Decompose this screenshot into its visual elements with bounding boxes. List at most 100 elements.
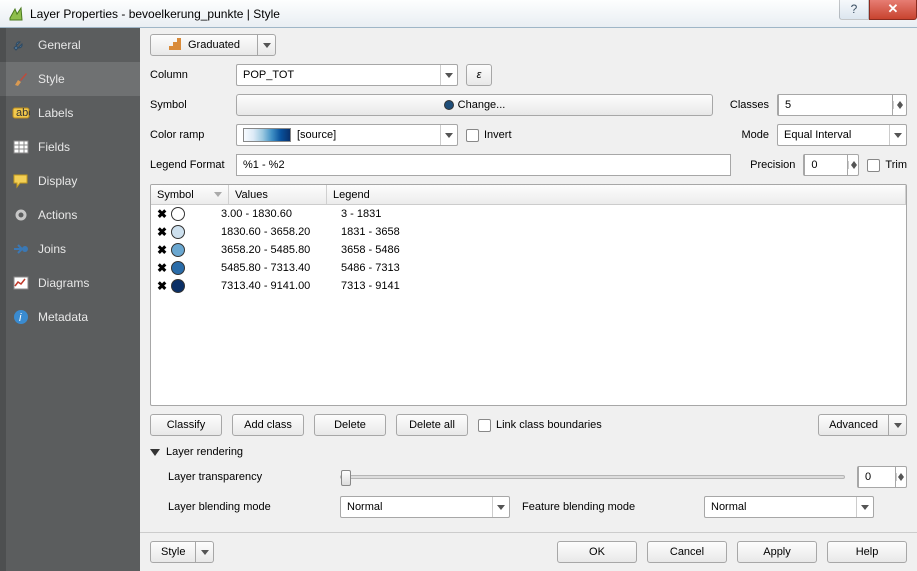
feature-blend-label: Feature blending mode [522, 501, 692, 513]
renderer-type-label: Graduated [188, 39, 240, 51]
sidebar-item-label: Joins [38, 242, 66, 256]
trim-label: Trim [885, 159, 907, 171]
renderer-type-arrow[interactable] [258, 34, 276, 56]
th-symbol[interactable]: Symbol [151, 185, 229, 204]
mode-value: Equal Interval [784, 129, 889, 141]
feature-blend-value: Normal [711, 501, 856, 513]
title-help-button[interactable]: ? [839, 0, 869, 20]
invert-checkbox[interactable]: Invert [466, 129, 512, 142]
layer-rendering-toggle[interactable]: Layer rendering [150, 446, 907, 458]
table-row[interactable]: ✖5485.80 - 7313.405486 - 7313 [151, 259, 906, 277]
precision-label: Precision [739, 159, 795, 171]
title-close-button[interactable]: ✕ [869, 0, 917, 20]
transparency-input[interactable] [858, 466, 896, 488]
row-legend: 5486 - 7313 [341, 262, 900, 274]
cancel-button[interactable]: Cancel [647, 541, 727, 563]
style-menu-arrow[interactable] [196, 541, 214, 563]
graduated-icon [168, 37, 182, 54]
color-ramp-value: [source] [297, 129, 440, 141]
table-row[interactable]: ✖7313.40 - 9141.007313 - 9141 [151, 277, 906, 295]
sidebar-item-general[interactable]: General [0, 28, 140, 62]
link-boundaries-label: Link class boundaries [496, 419, 602, 431]
transparency-label: Layer transparency [168, 471, 328, 483]
slider-thumb[interactable] [341, 470, 351, 486]
sidebar-item-fields[interactable]: Fields [0, 130, 140, 164]
sidebar-item-joins[interactable]: Joins [0, 232, 140, 266]
legend-format-input[interactable] [236, 154, 731, 176]
th-legend[interactable]: Legend [327, 185, 906, 204]
link-boundaries-checkbox[interactable]: Link class boundaries [478, 419, 602, 432]
sidebar-item-label: Diagrams [38, 276, 89, 290]
expression-button[interactable]: ε [466, 64, 492, 86]
advanced-arrow[interactable] [889, 414, 907, 436]
sidebar-item-labels[interactable]: abc Labels [0, 96, 140, 130]
sidebar-item-diagrams[interactable]: Diagrams [0, 266, 140, 300]
sidebar: General Style abc Labels Fields Display … [0, 28, 140, 571]
row-symbol-icon [171, 207, 185, 221]
feature-blend-combo[interactable]: Normal [704, 496, 874, 518]
color-ramp-combo[interactable]: [source] [236, 124, 458, 146]
classes-spin[interactable] [777, 94, 907, 116]
sidebar-item-style[interactable]: Style [0, 62, 140, 96]
layer-blend-combo[interactable]: Normal [340, 496, 510, 518]
advanced-button[interactable]: Advanced [818, 414, 889, 436]
symbol-label: Symbol [150, 99, 228, 111]
classes-input[interactable] [778, 94, 893, 116]
window-title: Layer Properties - bevoelkerung_punkte |… [30, 7, 839, 21]
gradient-preview [243, 128, 291, 142]
spin-down[interactable] [894, 105, 906, 109]
mode-combo[interactable]: Equal Interval [777, 124, 907, 146]
column-combo[interactable]: POP_TOT [236, 64, 458, 86]
style-menu-button[interactable]: Style [150, 541, 196, 563]
table-row[interactable]: ✖3.00 - 1830.603 - 1831 [151, 205, 906, 223]
classify-button[interactable]: Classify [150, 414, 222, 436]
chart-icon [12, 274, 30, 292]
title-bar: Layer Properties - bevoelkerung_punkte |… [0, 0, 917, 28]
labels-icon: abc [12, 104, 30, 122]
row-legend: 7313 - 9141 [341, 280, 900, 292]
spin-down[interactable] [897, 477, 906, 481]
triangle-down-icon [150, 449, 160, 456]
help-button[interactable]: Help [827, 541, 907, 563]
mode-label: Mode [721, 129, 769, 141]
sidebar-item-label: General [38, 38, 81, 52]
sidebar-item-actions[interactable]: Actions [0, 198, 140, 232]
brush-icon [12, 70, 30, 88]
sidebar-item-label: Fields [38, 140, 70, 154]
row-enabled-icon[interactable]: ✖ [157, 261, 167, 275]
sort-icon [214, 192, 222, 197]
precision-spin[interactable] [803, 154, 859, 176]
renderer-type-combo[interactable]: Graduated [150, 34, 258, 56]
add-class-button[interactable]: Add class [232, 414, 304, 436]
spin-down[interactable] [849, 165, 859, 169]
svg-text:abc: abc [16, 107, 30, 119]
color-ramp-label: Color ramp [150, 129, 228, 141]
row-symbol-icon [171, 225, 185, 239]
th-values[interactable]: Values [229, 185, 327, 204]
sidebar-item-display[interactable]: Display [0, 164, 140, 198]
row-enabled-icon[interactable]: ✖ [157, 243, 167, 257]
sidebar-item-label: Style [38, 72, 65, 86]
transparency-spin[interactable] [857, 466, 907, 488]
apply-button[interactable]: Apply [737, 541, 817, 563]
row-enabled-icon[interactable]: ✖ [157, 207, 167, 221]
symbol-change-label: Change... [458, 99, 506, 111]
row-enabled-icon[interactable]: ✖ [157, 225, 167, 239]
transparency-slider[interactable] [340, 475, 845, 479]
row-symbol-icon [171, 261, 185, 275]
sidebar-item-metadata[interactable]: i Metadata [0, 300, 140, 334]
chevron-down-icon [889, 125, 902, 145]
row-legend: 3 - 1831 [341, 208, 900, 220]
info-icon: i [12, 308, 30, 326]
table-row[interactable]: ✖3658.20 - 5485.803658 - 5486 [151, 241, 906, 259]
joins-icon [12, 240, 30, 258]
symbol-change-button[interactable]: Change... [236, 94, 713, 116]
table-icon [12, 138, 30, 156]
table-row[interactable]: ✖1830.60 - 3658.201831 - 3658 [151, 223, 906, 241]
ok-button[interactable]: OK [557, 541, 637, 563]
delete-button[interactable]: Delete [314, 414, 386, 436]
delete-all-button[interactable]: Delete all [396, 414, 468, 436]
precision-input[interactable] [804, 154, 847, 176]
trim-checkbox[interactable]: Trim [867, 159, 907, 172]
row-enabled-icon[interactable]: ✖ [157, 279, 167, 293]
